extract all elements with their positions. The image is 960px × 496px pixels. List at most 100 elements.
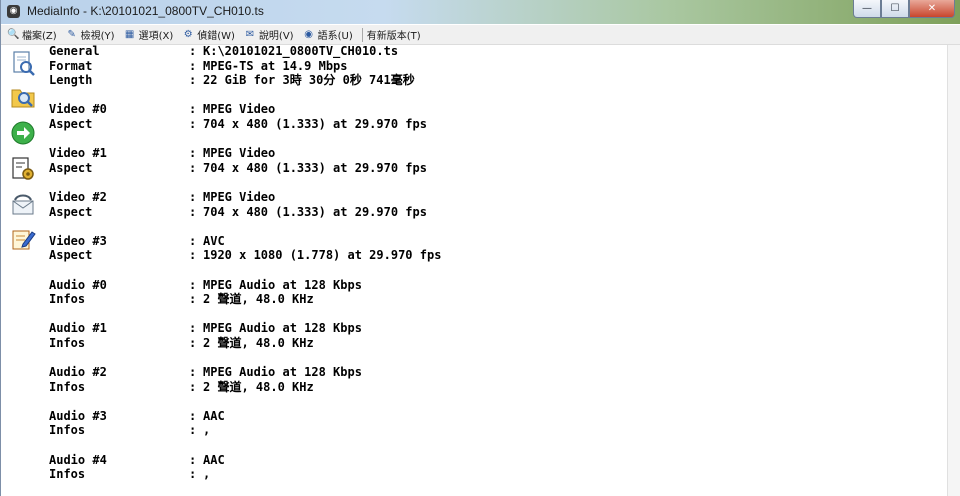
info-separator: : [189,102,197,117]
info-line: Format: MPEG-TS at 14.9 Mbps [49,59,949,74]
info-key: Infos [49,423,86,438]
open-file-button[interactable] [9,49,37,77]
info-separator: : [189,73,197,88]
window-title: MediaInfo - K:\20101021_0800TV_CH010.ts [27,4,264,18]
info-separator: : [189,277,197,292]
menu-item-1[interactable]: ✎ 檢視(Y) [66,27,115,43]
close-button[interactable]: ✕ [909,0,955,18]
info-line: Aspect:704 x 480 (1.333) at 29.970 fps [49,117,949,132]
info-separator: : [189,116,197,131]
info-separator: : [189,248,197,263]
info-line: Aspect:704 x 480 (1.333) at 29.970 fps [49,205,949,220]
info-value: MPEG Audio at 128 Kbps [203,365,362,380]
info-key: Video #2 [49,189,107,204]
info-value: 2 聲道, 48.0 KHz [203,292,314,307]
info-line: Audio #3: AAC [49,409,949,424]
info-line: Infos:2 聲道, 48.0 KHz [49,292,949,307]
info-line: Video #3: AVC [49,234,949,249]
menu-item-label: 說明(V) [258,31,294,42]
menu-item-0[interactable]: 🔍 檔案(Z) [7,27,57,43]
info-value: K:\20101021_0800TV_CH010.ts [203,44,399,58]
info-separator: : [189,467,197,482]
info-value: 2 聲道, 48.0 KHz [203,379,314,394]
info-key: Video #1 [49,146,107,161]
info-key: Infos [49,467,86,482]
info-key: Audio #3 [49,408,107,423]
info-key: Length [49,73,93,88]
menu-item-4[interactable]: ✉ 說明(V) [244,27,294,43]
info-value: 704 x 480 (1.333) at 29.970 fps [203,116,427,131]
menu-item-3[interactable]: ⚙ 偵錯(W) [182,27,235,43]
info-separator: : [189,335,197,350]
preferences-button[interactable] [9,155,37,183]
vertical-scrollbar[interactable] [947,45,960,496]
export-button[interactable] [9,119,37,147]
info-line: Audio #2: MPEG Audio at 128 Kbps [49,365,949,380]
info-key: Aspect [49,160,93,175]
export-arrow-icon [11,121,35,145]
info-separator: : [189,189,197,204]
open-folder-button[interactable] [9,83,37,111]
folder-search-icon: 🔍 [7,28,20,40]
info-key: Infos [49,335,86,350]
menu-item-6[interactable]: 有新版本(T) [367,27,421,42]
debug-icon: ⚙ [183,28,193,40]
info-key: Aspect [49,204,93,219]
options-icon: ▦ [124,28,135,40]
info-line: Infos:, [49,423,949,438]
info-value: MPEG Audio at 128 Kbps [203,277,362,292]
menu-item-label: 檢視(Y) [80,31,115,42]
info-line: Video #2: MPEG Video [49,190,949,205]
info-line: Video #0: MPEG Video [49,102,949,117]
info-key: General [49,44,100,58]
contact-icon [12,194,34,215]
info-value: MPEG Video [203,189,276,204]
maximize-button[interactable]: ☐ [881,0,909,18]
edit-icon [12,230,36,250]
info-line: Infos:, [49,467,949,482]
info-separator: : [189,44,197,58]
info-key: Infos [49,379,86,394]
menu-item-5[interactable]: ◉ 語系(U) [303,27,353,43]
menu-item-label: 選項(X) [138,31,174,42]
info-separator: : [189,452,197,467]
info-value: 22 GiB for 3時 30分 0秒 741毫秒 [203,73,415,88]
info-separator: : [189,160,197,175]
menu-item-2[interactable]: ▦ 選項(X) [124,27,174,43]
contact-button[interactable] [9,191,37,219]
edit-button[interactable] [9,225,37,253]
info-line: Audio #0: MPEG Audio at 128 Kbps [49,278,949,293]
info-separator: : [189,379,197,394]
info-key: Audio #4 [49,452,107,467]
info-key: Audio #1 [49,321,107,336]
media-info-text[interactable]: General: K:\20101021_0800TV_CH010.ts Forma… [49,44,949,496]
info-key: Video #3 [49,233,107,248]
info-value: , [203,423,211,438]
title-bar[interactable]: ◉ MediaInfo - K:\20101021_0800TV_CH010.t… [1,0,960,24]
info-value: AAC [203,408,225,423]
view-icon: ✎ [67,28,76,40]
info-separator: : [189,233,197,248]
info-separator: : [189,204,197,219]
info-key: Aspect [49,248,93,263]
info-line: Video #1: MPEG Video [49,146,949,161]
info-line: General: K:\20101021_0800TV_CH010.ts [49,44,949,59]
menu-item-label: 有新版本(T) [366,31,421,42]
info-key: Video #0 [49,102,107,117]
info-key: Infos [49,292,86,307]
menu-separator [361,27,363,42]
app-icon[interactable]: ◉ [7,5,20,18]
language-icon: ◉ [304,28,313,40]
info-value: 704 x 480 (1.333) at 29.970 fps [203,204,427,219]
help-icon: ✉ [245,28,255,40]
window-controls: — ☐ ✕ [853,0,955,19]
info-key: Audio #2 [49,365,107,380]
info-line: Audio #1: MPEG Audio at 128 Kbps [49,321,949,336]
minimize-button[interactable]: — [853,0,881,18]
info-key: Format [49,58,93,73]
menu-bar: 🔍 檔案(Z) ✎ 檢視(Y) ▦ 選項(X) ⚙ 偵錯(W) ✉ 說明(V) ◉ 語系(U) 有新版本… [1,25,960,45]
